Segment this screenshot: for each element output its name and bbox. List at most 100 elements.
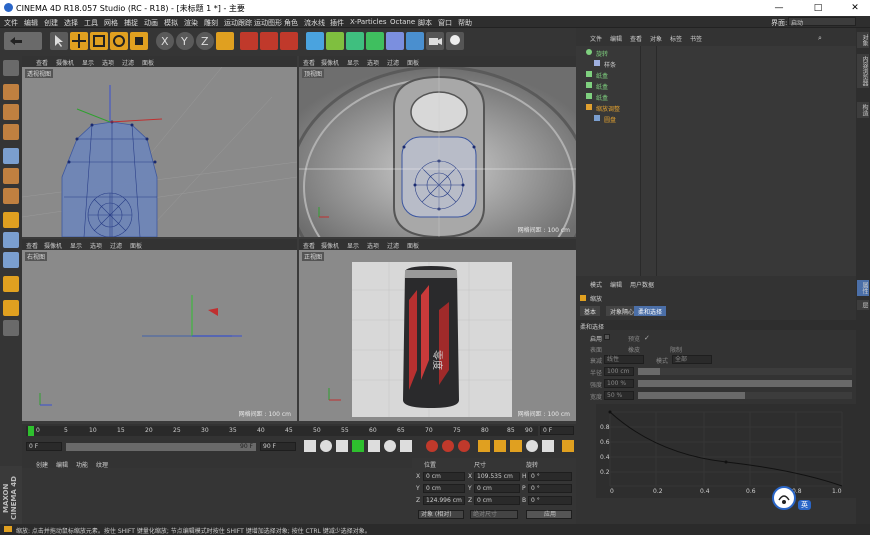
menu-octane[interactable]: Octane [390, 18, 415, 26]
vp-menu-filter[interactable]: 过滤 [110, 241, 122, 250]
floor-icon[interactable] [406, 32, 424, 50]
width-field[interactable]: 50 % [604, 391, 634, 400]
undo-button[interactable] [4, 32, 42, 50]
vp-menu-panel[interactable]: 面板 [407, 241, 419, 250]
next-frame-icon[interactable] [368, 440, 380, 452]
vp-menu-view[interactable]: 查看 [303, 241, 315, 250]
viewport-front[interactable]: 零度 正视图 网格间距 : 100 cm [299, 250, 576, 421]
obj-menu-edit[interactable]: 编辑 [610, 34, 622, 43]
start-frame-field[interactable]: 0 F [26, 442, 62, 451]
vp-menu-options[interactable]: 选项 [102, 58, 114, 67]
light-icon[interactable] [446, 32, 464, 50]
points-mode-icon[interactable] [3, 148, 19, 164]
go-to-start-icon[interactable] [304, 440, 316, 452]
axis-mode-icon[interactable] [3, 212, 19, 228]
vp-menu-display[interactable]: 显示 [70, 241, 82, 250]
attr-menu-edit[interactable]: 编辑 [610, 280, 622, 289]
playhead[interactable] [28, 426, 34, 436]
menu-help[interactable]: 帮助 [458, 18, 472, 28]
menu-tools[interactable]: 工具 [84, 18, 98, 28]
render-picture-viewer-icon[interactable] [260, 32, 278, 50]
menu-pipeline[interactable]: 流水线 [304, 18, 325, 28]
falloff-select[interactable]: 线性 [604, 355, 644, 364]
apply-button[interactable]: 应用 [526, 510, 572, 519]
vp-menu-filter[interactable]: 过滤 [387, 241, 399, 250]
position-z-field[interactable]: 124.996 cm [423, 496, 465, 505]
current-frame-field[interactable]: 0 F [540, 426, 574, 435]
rotation-b-field[interactable]: 0 ° [528, 496, 572, 505]
next-key-icon[interactable] [384, 440, 396, 452]
vp-menu-filter[interactable]: 过滤 [122, 58, 134, 67]
radius-field[interactable]: 100 cm [604, 367, 634, 376]
menu-window[interactable]: 窗口 [438, 18, 452, 28]
end-frame-field[interactable]: 90 F [260, 442, 296, 451]
object-row[interactable]: 纸盒 [578, 70, 854, 80]
size-y-field[interactable]: 0 cm [474, 484, 520, 493]
scale-icon[interactable] [90, 32, 108, 50]
object-row[interactable]: 缩放调整 [578, 103, 854, 113]
vp-menu-display[interactable]: 显示 [347, 241, 359, 250]
texture-mode-icon[interactable] [3, 104, 19, 120]
keyframe-selection-icon[interactable] [458, 440, 470, 452]
cube-icon[interactable] [306, 32, 324, 50]
tab-soft-selection[interactable]: 柔和选择 [634, 306, 667, 316]
vp-menu-filter[interactable]: 过滤 [387, 58, 399, 67]
attr-menu-mode[interactable]: 模式 [590, 280, 602, 289]
z-axis-icon[interactable]: Z [196, 32, 214, 50]
mat-menu-create[interactable]: 创建 [36, 460, 48, 469]
snap-icon[interactable] [3, 276, 19, 292]
lock-workplane-icon[interactable] [3, 300, 19, 316]
tab-content-browser[interactable]: 内容浏览器 [857, 54, 869, 88]
vp-menu-camera[interactable]: 摄像机 [321, 58, 339, 67]
autokey-icon[interactable] [442, 440, 454, 452]
close-button[interactable]: ✕ [842, 1, 868, 15]
mat-menu-function[interactable]: 功能 [76, 460, 88, 469]
object-row[interactable]: 纸盒 [578, 92, 854, 102]
falloff-graph[interactable]: 0.8 0.6 0.4 0.2 0 0.2 0.4 0.6 0.8 1.0 [596, 404, 856, 498]
edges-mode-icon[interactable] [3, 168, 19, 184]
mode-select[interactable]: 全部 [672, 355, 712, 364]
object-row[interactable]: 纸盒 [578, 81, 854, 91]
prev-frame-icon[interactable] [336, 440, 348, 452]
menu-animate[interactable]: 动画 [144, 18, 158, 28]
cloner-icon[interactable] [366, 32, 384, 50]
tab-basic[interactable]: 基本 [580, 306, 601, 316]
make-editable-icon[interactable] [3, 60, 19, 76]
object-row[interactable]: 圆盘 [578, 114, 854, 124]
menu-xparticles[interactable]: X-Particles [350, 18, 386, 26]
vp-menu-panel[interactable]: 面板 [130, 241, 142, 250]
y-axis-icon[interactable]: Y [176, 32, 194, 50]
vp-menu-options[interactable]: 选项 [367, 241, 379, 250]
object-row[interactable]: 样条 [578, 59, 854, 69]
menu-motion-tracking[interactable]: 运动跟踪 [224, 18, 252, 28]
play-icon[interactable] [352, 440, 364, 452]
vp-menu-options[interactable]: 选项 [367, 58, 379, 67]
polygons-mode-icon[interactable] [3, 188, 19, 204]
mat-menu-texture[interactable]: 纹理 [96, 460, 108, 469]
obj-menu-file[interactable]: 文件 [590, 34, 602, 43]
position-x-field[interactable]: 0 cm [423, 472, 465, 481]
tab-attributes[interactable]: 属性 [857, 280, 869, 296]
strength-field[interactable]: 100 % [604, 379, 634, 388]
vp-menu-view[interactable]: 查看 [26, 241, 38, 250]
radius-slider[interactable] [638, 368, 852, 375]
menu-plugins[interactable]: 插件 [330, 18, 344, 28]
vp-menu-panel[interactable]: 面板 [142, 58, 154, 67]
attr-menu-userdata[interactable]: 用户数据 [630, 280, 654, 289]
tab-structure[interactable]: 构造 [857, 102, 869, 118]
width-slider[interactable] [638, 392, 852, 399]
layout-select[interactable]: 启动 [788, 17, 856, 27]
subdivision-icon[interactable] [346, 32, 364, 50]
pla-key-icon[interactable] [542, 440, 554, 452]
model-mode-icon[interactable] [3, 84, 19, 100]
vp-menu-display[interactable]: 显示 [347, 58, 359, 67]
size-x-field[interactable]: 109.535 cm [474, 472, 520, 481]
vp-menu-options[interactable]: 选项 [90, 241, 102, 250]
viewport-right[interactable]: 右视图 网格间距 : 100 cm [22, 250, 297, 421]
menu-sculpt[interactable]: 雕刻 [204, 18, 218, 28]
vp-menu-camera[interactable]: 摄像机 [44, 241, 62, 250]
sculpt-icon[interactable] [3, 252, 19, 268]
vp-menu-view[interactable]: 查看 [36, 58, 48, 67]
position-y-field[interactable]: 0 cm [423, 484, 465, 493]
preview-checkbox[interactable]: ✓ [644, 334, 650, 342]
